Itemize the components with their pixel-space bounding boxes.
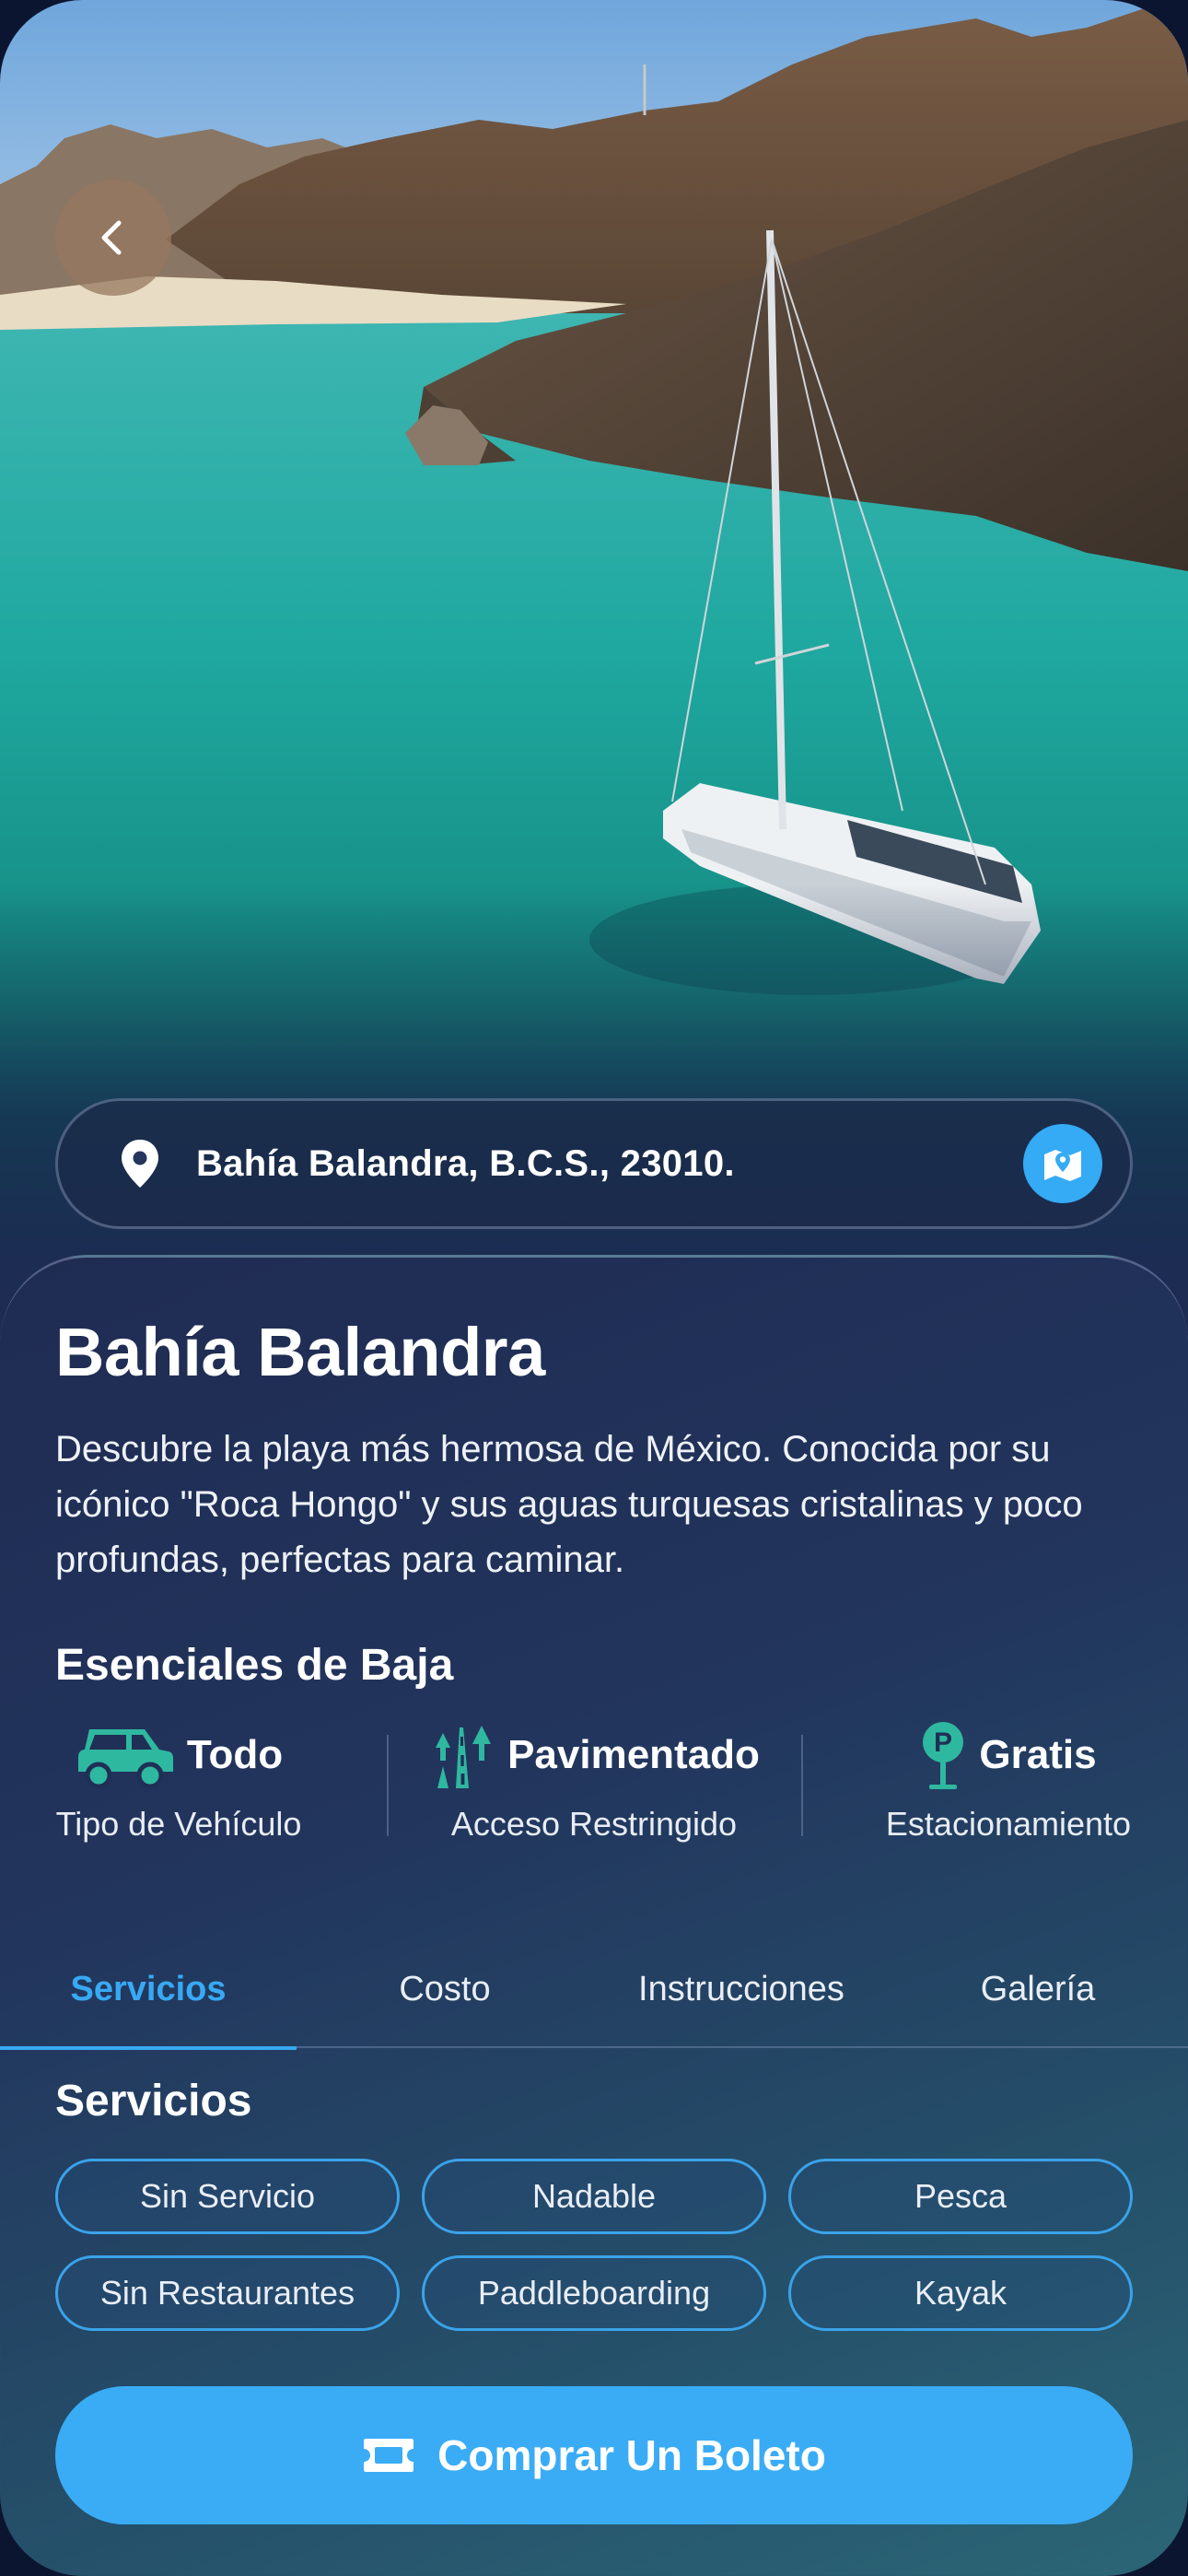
essential-access-value: Pavimentado <box>507 1732 760 1777</box>
location-bar: Bahía Balandra, B.C.S., 23010. <box>55 1098 1133 1229</box>
location-pin-icon <box>122 1140 158 1188</box>
car-icon <box>77 1729 173 1788</box>
essential-parking-value: Gratis <box>979 1732 1097 1777</box>
tab-costo[interactable]: Costo <box>297 1930 593 2048</box>
essential-vehicle: Todo Tipo de Vehículo <box>41 1718 317 1844</box>
location-address: Bahía Balandra, B.C.S., 23010. <box>196 1142 735 1184</box>
back-button[interactable] <box>55 180 171 296</box>
tab-instrucciones[interactable]: Instrucciones <box>593 1930 890 2048</box>
map-pin-icon <box>1044 1150 1081 1181</box>
ticket-icon <box>364 2439 414 2472</box>
service-chip: Sin Servicio <box>55 2159 400 2234</box>
parking-icon: P <box>923 1722 964 1789</box>
essential-access-label: Acceso Restringido <box>450 1805 738 1843</box>
svg-text:P: P <box>934 1727 952 1758</box>
essential-vehicle-label: Tipo de Vehículo <box>55 1805 302 1843</box>
page-title: Bahía Balandra <box>55 1314 545 1390</box>
road-trees-icon <box>436 1726 492 1788</box>
chevron-left-icon <box>101 220 122 255</box>
essential-parking-label: Estacionamiento <box>885 1805 1132 1843</box>
screen: Bahía Balandra, B.C.S., 23010. Bahía Bal… <box>0 0 1188 2576</box>
essentials-divider <box>387 1735 389 1836</box>
services-title: Servicios <box>55 2077 252 2125</box>
buy-ticket-button[interactable]: Comprar Un Boleto <box>55 2386 1133 2524</box>
essential-access: Pavimentado Acceso Restringido <box>405 1718 783 1844</box>
service-chip: Nadable <box>422 2159 766 2234</box>
essential-vehicle-value: Todo <box>186 1732 284 1777</box>
essentials-title: Esenciales de Baja <box>55 1641 454 1690</box>
place-description: Descubre la playa más hermosa de México.… <box>55 1429 1083 1580</box>
map-button[interactable] <box>1023 1124 1102 1203</box>
service-chip: Paddleboarding <box>422 2255 766 2331</box>
essentials-row: Todo Tipo de Vehículo Pavimentado Acceso… <box>0 1718 1188 1856</box>
tab-servicios[interactable]: Servicios <box>0 1930 297 2050</box>
service-chip: Sin Restaurantes <box>55 2255 400 2331</box>
service-chip: Kayak <box>788 2255 1133 2331</box>
essential-parking: P Gratis Estacionamiento <box>866 1718 1151 1844</box>
tab-galeria[interactable]: Galería <box>890 1930 1186 2048</box>
details-sheet: Bahía Balandra Descubre la playa más her… <box>0 1255 1188 2576</box>
hero-gradient-overlay <box>0 884 1188 1308</box>
buy-ticket-label: Comprar Un Boleto <box>437 2431 826 2479</box>
service-chip: Pesca <box>788 2159 1133 2234</box>
tab-bar: Servicios Costo Instrucciones Galería <box>0 1930 1188 2050</box>
essentials-divider <box>801 1735 803 1836</box>
